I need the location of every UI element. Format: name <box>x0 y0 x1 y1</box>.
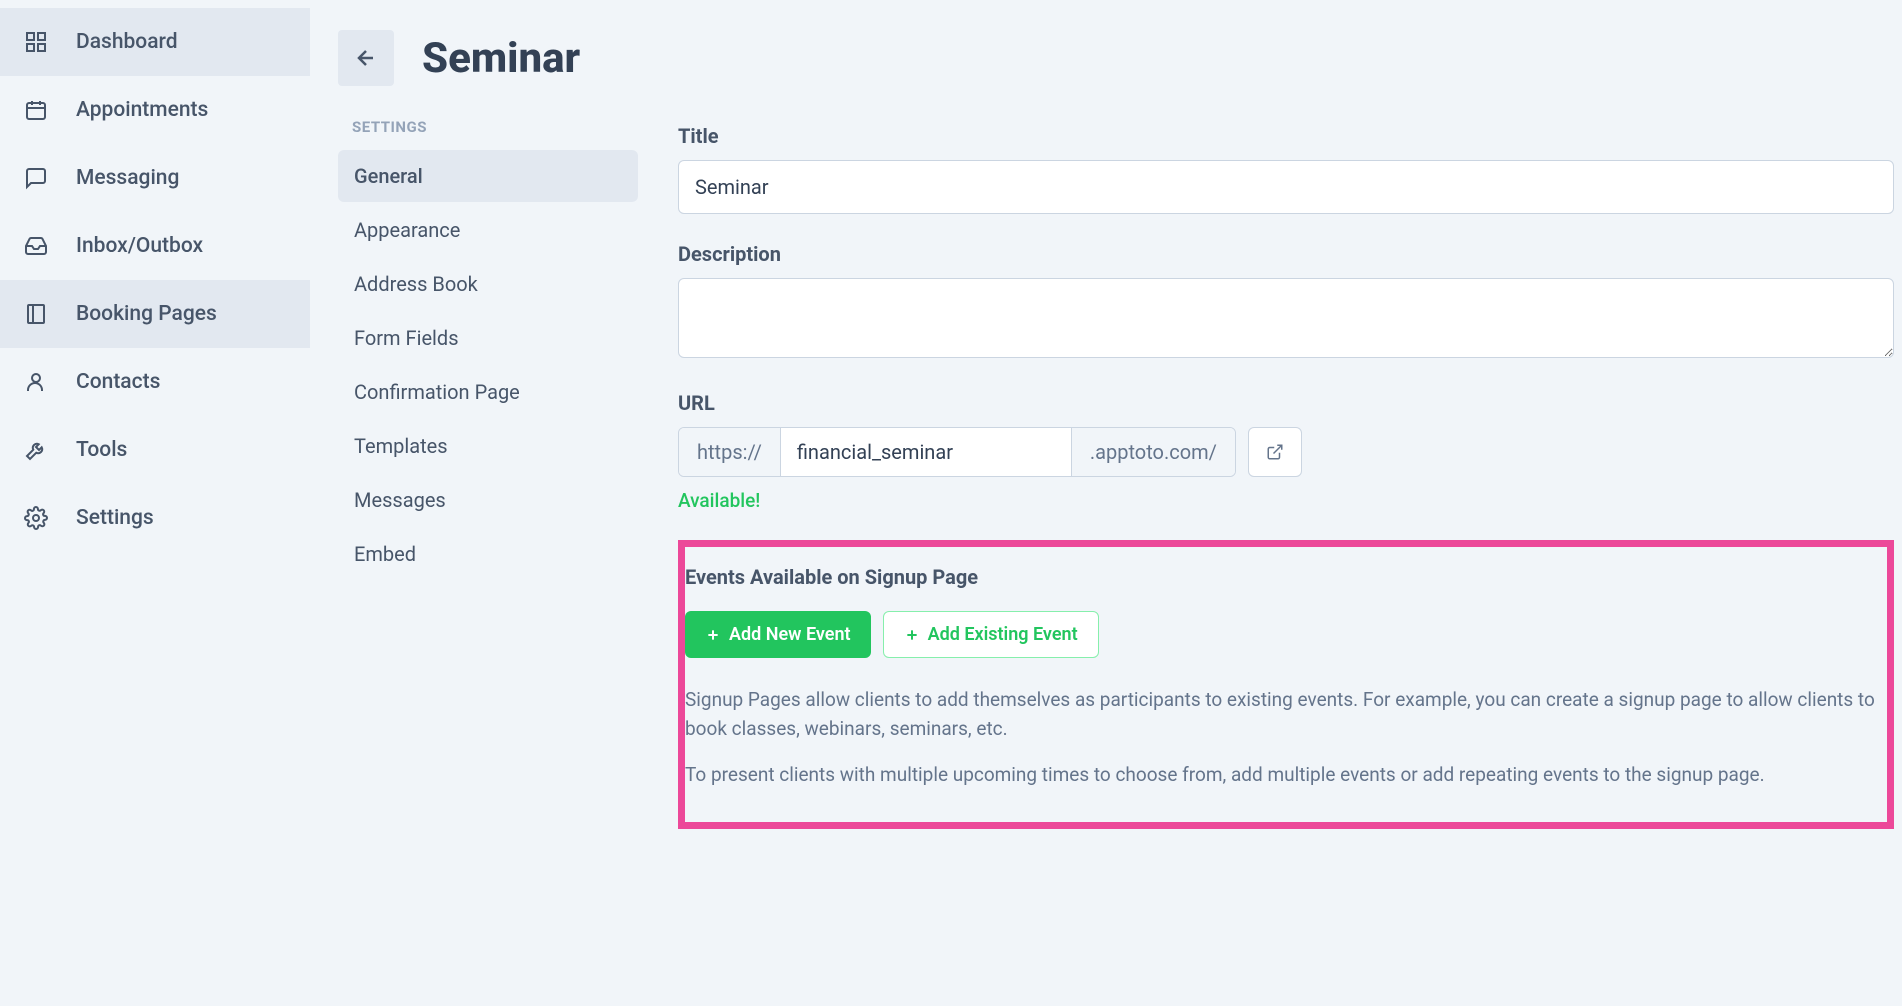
sidebar-item-settings[interactable]: Settings <box>0 484 310 552</box>
arrow-left-icon <box>354 46 378 70</box>
subnav-item-form-fields[interactable]: Form Fields <box>338 312 638 364</box>
settings-subnav: SETTINGS General Appearance Address Book… <box>338 118 638 829</box>
subnav-heading: SETTINGS <box>338 118 638 150</box>
events-section-heading: Events Available on Signup Page <box>685 565 1887 589</box>
external-link-icon <box>1266 443 1284 461</box>
events-help-text-1: Signup Pages allow clients to add themse… <box>685 686 1887 743</box>
add-new-event-button[interactable]: Add New Event <box>685 611 871 658</box>
events-help-text-2: To present clients with multiple upcomin… <box>685 761 1887 790</box>
page-header: Seminar <box>338 30 1902 86</box>
sidebar-item-label: Tools <box>76 438 127 462</box>
sidebar-item-label: Settings <box>76 506 154 530</box>
page-title: Seminar <box>422 34 580 83</box>
gear-icon <box>24 506 48 530</box>
sidebar-item-label: Dashboard <box>76 30 178 54</box>
url-slug-input[interactable] <box>781 428 1071 476</box>
sidebar-item-inbox-outbox[interactable]: Inbox/Outbox <box>0 212 310 280</box>
subnav-item-address-book[interactable]: Address Book <box>338 258 638 310</box>
plus-icon <box>705 627 721 643</box>
calendar-icon <box>24 98 48 122</box>
sidebar-item-booking-pages[interactable]: Booking Pages <box>0 280 310 348</box>
sidebar-item-label: Contacts <box>76 370 160 394</box>
grid-icon <box>24 30 48 54</box>
add-existing-event-button[interactable]: Add Existing Event <box>883 611 1099 658</box>
sidebar-item-contacts[interactable]: Contacts <box>0 348 310 416</box>
subnav-item-confirmation-page[interactable]: Confirmation Page <box>338 366 638 418</box>
user-icon <box>24 370 48 394</box>
subnav-item-general[interactable]: General <box>338 150 638 202</box>
subnav-item-embed[interactable]: Embed <box>338 528 638 580</box>
subnav-item-appearance[interactable]: Appearance <box>338 204 638 256</box>
url-protocol-addon: https:// <box>679 428 781 476</box>
wrench-icon <box>24 438 48 462</box>
sidebar-item-label: Messaging <box>76 166 179 190</box>
subnav-item-templates[interactable]: Templates <box>338 420 638 472</box>
sidebar-item-appointments[interactable]: Appointments <box>0 76 310 144</box>
book-icon <box>24 302 48 326</box>
form-area: Title Description URL https:// .apptoto.… <box>678 118 1902 829</box>
title-input[interactable] <box>678 160 1894 214</box>
subnav-item-messages[interactable]: Messages <box>338 474 638 526</box>
events-highlight-box: Events Available on Signup Page Add New … <box>678 540 1894 829</box>
sidebar-item-tools[interactable]: Tools <box>0 416 310 484</box>
sidebar-item-dashboard[interactable]: Dashboard <box>0 8 310 76</box>
sidebar-item-label: Appointments <box>76 98 208 122</box>
url-label: URL <box>678 391 1894 415</box>
inbox-icon <box>24 234 48 258</box>
back-button[interactable] <box>338 30 394 86</box>
sidebar-item-messaging[interactable]: Messaging <box>0 144 310 212</box>
url-availability-status: Available! <box>678 489 1894 512</box>
description-label: Description <box>678 242 1894 266</box>
sidebar-item-label: Booking Pages <box>76 302 217 326</box>
plus-icon <box>904 627 920 643</box>
title-label: Title <box>678 124 1894 148</box>
open-url-button[interactable] <box>1248 427 1302 477</box>
button-label: Add New Event <box>729 624 851 645</box>
message-icon <box>24 166 48 190</box>
sidebar-item-label: Inbox/Outbox <box>76 234 203 258</box>
button-label: Add Existing Event <box>928 624 1078 645</box>
description-input[interactable] <box>678 278 1894 358</box>
main-sidebar: Dashboard Appointments Messaging Inbox/O… <box>0 0 310 1006</box>
url-suffix-addon: .apptoto.com/ <box>1071 428 1235 476</box>
url-input-group: https:// .apptoto.com/ <box>678 427 1236 477</box>
